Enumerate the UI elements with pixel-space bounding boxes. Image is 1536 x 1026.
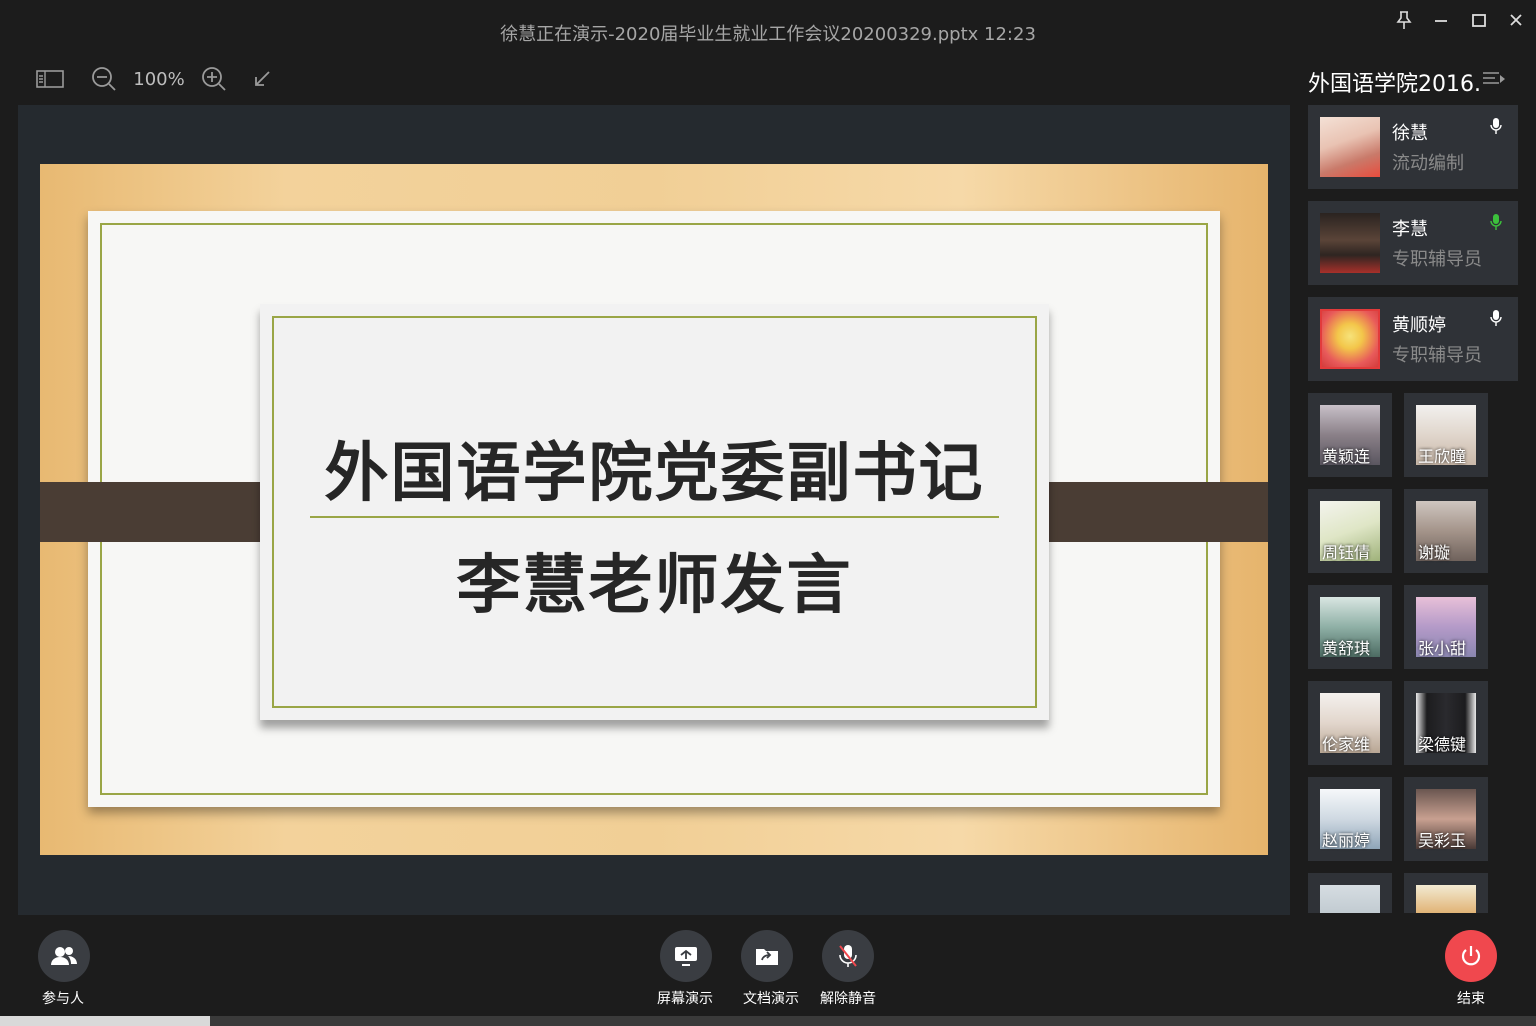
sidebar-layout-icon [36, 70, 64, 88]
zoom-out-icon [92, 67, 116, 91]
avatar [1320, 117, 1380, 177]
participant-name: 周钰倩 [1322, 543, 1371, 562]
unmute-button[interactable] [822, 930, 874, 982]
participant-name: 张小甜 [1418, 639, 1467, 658]
speaker-card[interactable]: 黄顺婷 专职辅导员 [1308, 297, 1518, 381]
speaker-card[interactable]: 徐慧 流动编制 [1308, 105, 1518, 189]
participant-tile[interactable] [1404, 873, 1488, 913]
close-icon [1510, 14, 1522, 26]
participants-button[interactable] [38, 930, 90, 982]
mic-active-icon [1490, 213, 1502, 235]
participant-name: 吴彩玉 [1418, 831, 1467, 850]
speaker-name: 李慧 [1392, 219, 1428, 240]
meeting-group-title[interactable]: 外国语学院2016... [1308, 66, 1483, 98]
participant-grid: 黄颖连 王欣瞳 周钰倩 谢璇 黄舒琪 张小甜 伦家维 梁德键 赵丽婷 吴彩玉 [1308, 393, 1518, 913]
list-collapse-icon [1483, 72, 1505, 84]
slide-band-left [40, 482, 288, 542]
mic-icon [1490, 117, 1502, 139]
mic-muted-icon [839, 945, 857, 967]
exit-fullscreen-button[interactable] [242, 62, 282, 96]
zoom-in-button[interactable] [194, 62, 234, 96]
title-bar: 徐慧正在演示-2020届毕业生就业工作会议20200329.pptx 12:23 [0, 0, 1536, 60]
taskbar-segment [0, 1016, 210, 1026]
speaker-card[interactable]: 李慧 专职辅导员 [1308, 201, 1518, 285]
slide-band-right [1020, 482, 1268, 542]
participant-tile[interactable]: 王欣瞳 [1404, 393, 1488, 477]
pin-icon [1396, 11, 1412, 29]
participants-label: 参与人 [42, 991, 84, 1007]
speaker-role: 专职辅导员 [1392, 249, 1482, 270]
minimize-icon [1435, 20, 1447, 22]
avatar [1416, 885, 1476, 913]
participant-name: 王欣瞳 [1418, 447, 1467, 466]
unmute-label: 解除静音 [820, 991, 876, 1007]
participant-tile[interactable]: 谢璇 [1404, 489, 1488, 573]
maximize-button[interactable] [1463, 8, 1495, 32]
participant-name: 伦家维 [1322, 735, 1371, 754]
taskbar-strip [0, 1016, 1536, 1026]
speaker-name: 徐慧 [1392, 123, 1428, 144]
view-toolbar: 100% [30, 62, 282, 96]
participant-tile[interactable]: 梁德键 [1404, 681, 1488, 765]
avatar [1320, 309, 1380, 369]
minimize-button[interactable] [1425, 8, 1457, 32]
window-title: 徐慧正在演示-2020届毕业生就业工作会议20200329.pptx 12:23 [500, 24, 1036, 45]
zoom-in-icon [202, 67, 226, 91]
participant-tile[interactable]: 黄颖连 [1308, 393, 1392, 477]
participant-name: 黄舒琪 [1322, 639, 1371, 658]
pin-button[interactable] [1388, 8, 1420, 32]
presentation-stage: 外国语学院党委副书记 李慧老师发言 [18, 105, 1290, 915]
maximize-icon [1472, 14, 1486, 27]
slide-subtitle: 李慧老师发言 [456, 549, 853, 623]
power-icon [1461, 946, 1481, 966]
slide-inner-card: 外国语学院党委副书记 李慧老师发言 [260, 304, 1049, 720]
speaker-role: 流动编制 [1392, 153, 1464, 174]
participant-tile[interactable]: 周钰倩 [1308, 489, 1392, 573]
avatar [1320, 213, 1380, 273]
doc-share-button[interactable] [741, 930, 793, 982]
speaker-role: 专职辅导员 [1392, 345, 1482, 366]
people-icon [51, 947, 77, 965]
end-meeting-label: 结束 [1457, 991, 1485, 1007]
participant-name: 谢璇 [1418, 543, 1451, 562]
slide-title: 外国语学院党委副书记 [324, 437, 985, 511]
participant-name: 赵丽婷 [1322, 831, 1371, 850]
avatar [1320, 885, 1380, 913]
arrow-down-left-icon [255, 71, 270, 86]
participant-tile[interactable]: 吴彩玉 [1404, 777, 1488, 861]
screen-share-icon [675, 947, 697, 966]
slide-divider [310, 516, 999, 518]
end-meeting-button[interactable] [1445, 930, 1497, 982]
toggle-sidebar-button[interactable] [30, 62, 70, 96]
participant-name: 黄颖连 [1322, 447, 1371, 466]
screen-share-button[interactable] [660, 930, 712, 982]
folder-share-icon [756, 949, 778, 965]
zoom-level: 100% [133, 68, 185, 90]
slide-canvas: 外国语学院党委副书记 李慧老师发言 [40, 164, 1268, 855]
participant-tile[interactable] [1308, 873, 1392, 913]
participant-tile[interactable]: 伦家维 [1308, 681, 1392, 765]
mic-icon [1490, 309, 1502, 331]
participant-tile[interactable]: 黄舒琪 [1308, 585, 1392, 669]
participant-tile[interactable]: 赵丽婷 [1308, 777, 1392, 861]
screen-share-label: 屏幕演示 [657, 991, 713, 1007]
participant-name: 梁德键 [1418, 735, 1467, 754]
speaker-name: 黄顺婷 [1392, 315, 1446, 336]
panel-menu-button[interactable] [1482, 70, 1506, 92]
zoom-out-button[interactable] [84, 62, 124, 96]
close-button[interactable] [1500, 8, 1532, 32]
participant-tile[interactable]: 张小甜 [1404, 585, 1488, 669]
